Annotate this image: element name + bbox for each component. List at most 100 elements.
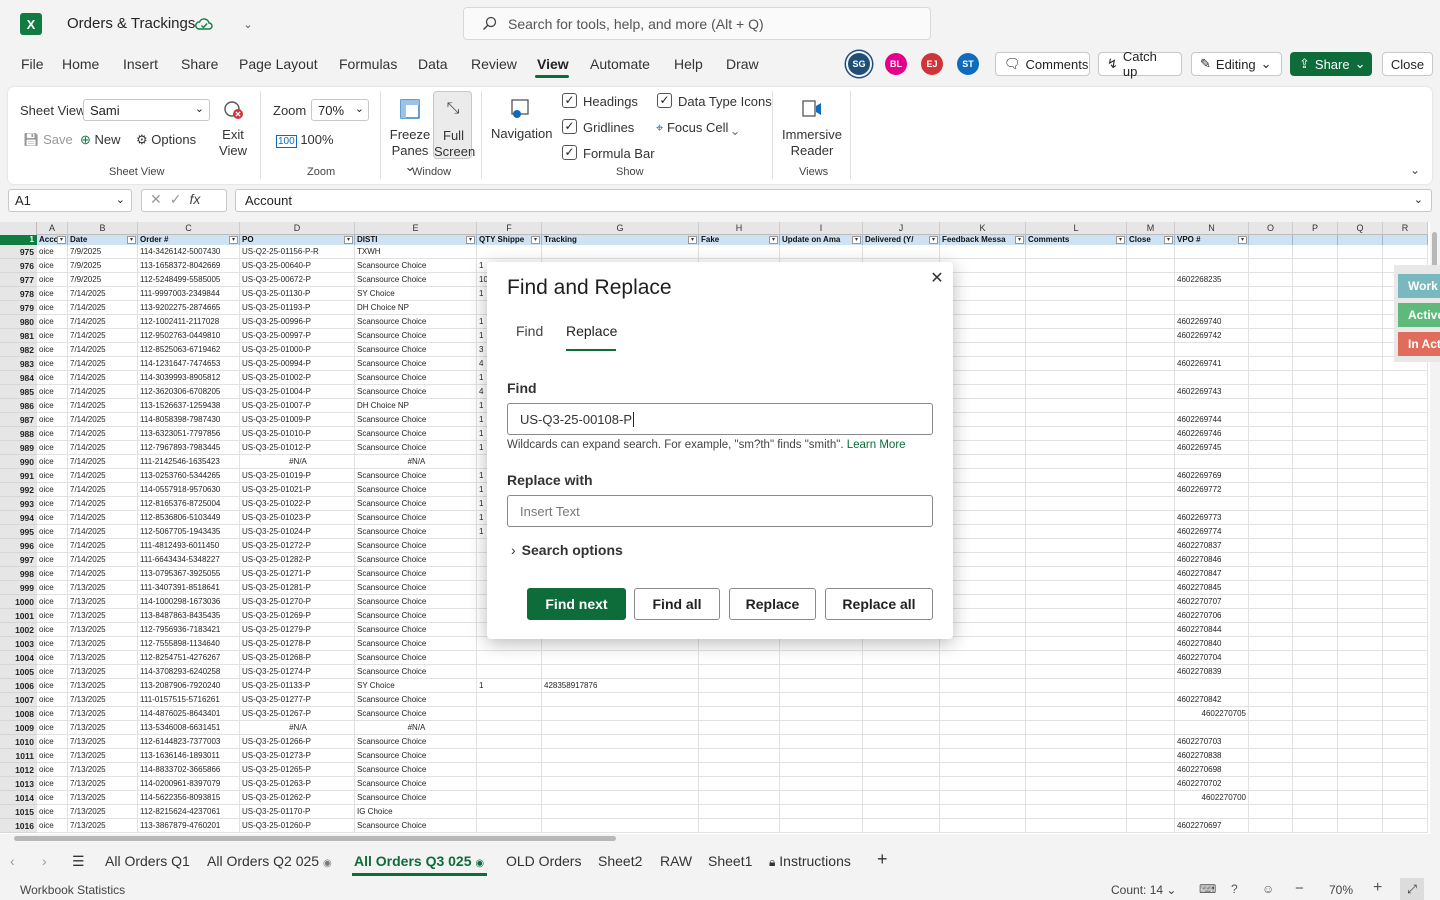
cell[interactable] bbox=[1175, 259, 1249, 273]
cell[interactable]: oice bbox=[37, 679, 68, 693]
cell[interactable] bbox=[1249, 567, 1293, 581]
cell[interactable]: 114-0557918-9570630 bbox=[138, 483, 240, 497]
cell[interactable] bbox=[1127, 315, 1175, 329]
cell[interactable]: 114-3426142-5007430 bbox=[138, 245, 240, 259]
cell[interactable] bbox=[863, 679, 940, 693]
avatar-st[interactable]: ST bbox=[957, 53, 979, 75]
replace-all-button[interactable]: Replace all bbox=[825, 588, 933, 620]
cell[interactable] bbox=[1249, 287, 1293, 301]
cell[interactable] bbox=[780, 707, 863, 721]
cell[interactable] bbox=[542, 245, 699, 259]
menu-automate[interactable]: Automate bbox=[590, 56, 650, 72]
cell[interactable]: 113-3867879-4760201 bbox=[138, 819, 240, 833]
cell[interactable]: 4602270707 bbox=[1175, 595, 1249, 609]
row-number[interactable]: 978 bbox=[0, 287, 37, 301]
cell[interactable] bbox=[1293, 273, 1338, 287]
row-number[interactable]: 1016 bbox=[0, 819, 37, 833]
cell[interactable] bbox=[1127, 693, 1175, 707]
cell[interactable]: 112-5248499-5585005 bbox=[138, 273, 240, 287]
cell[interactable] bbox=[699, 791, 780, 805]
cell[interactable] bbox=[863, 707, 940, 721]
cell[interactable]: US-Q3-25-01278-P bbox=[240, 637, 355, 651]
cell[interactable] bbox=[1175, 371, 1249, 385]
menu-draw[interactable]: Draw bbox=[726, 56, 759, 72]
keyboard-icon[interactable]: ⌨ bbox=[1199, 882, 1216, 896]
tab-old-orders[interactable]: OLD Orders bbox=[506, 853, 581, 869]
row-number[interactable]: 1009 bbox=[0, 721, 37, 735]
cell[interactable]: oice bbox=[37, 469, 68, 483]
menu-home[interactable]: Home bbox=[62, 56, 99, 72]
tab-instructions[interactable]: 🔒︎ Instructions bbox=[769, 853, 851, 870]
cell[interactable]: 4602269746 bbox=[1175, 427, 1249, 441]
column-header-h[interactable]: H bbox=[699, 222, 780, 235]
cell[interactable] bbox=[1026, 357, 1127, 371]
cell[interactable] bbox=[1293, 553, 1338, 567]
cell[interactable]: 7/14/2025 bbox=[68, 399, 138, 413]
cell[interactable]: Scansource Choice bbox=[355, 357, 477, 371]
cell[interactable]: US-Q3-25-01273-P bbox=[240, 749, 355, 763]
cell[interactable]: 112-7967893-7983445 bbox=[138, 441, 240, 455]
cell[interactable] bbox=[1293, 623, 1338, 637]
cell[interactable] bbox=[1293, 287, 1338, 301]
cell[interactable] bbox=[1338, 721, 1383, 735]
cell[interactable]: 112-3620306-6708205 bbox=[138, 385, 240, 399]
side-card-inactive[interactable]: In Act bbox=[1398, 332, 1440, 356]
row-number[interactable]: 998 bbox=[0, 567, 37, 581]
cell[interactable] bbox=[1127, 511, 1175, 525]
cell[interactable]: 4602269742 bbox=[1175, 329, 1249, 343]
cell[interactable] bbox=[1338, 245, 1383, 259]
cell[interactable] bbox=[1026, 273, 1127, 287]
cell[interactable]: US-Q3-25-01269-P bbox=[240, 609, 355, 623]
field-header[interactable] bbox=[1338, 235, 1383, 245]
cell[interactable] bbox=[1383, 245, 1428, 259]
cell[interactable] bbox=[1293, 413, 1338, 427]
cell[interactable]: oice bbox=[37, 525, 68, 539]
avatar-ej[interactable]: EJ bbox=[921, 53, 943, 75]
cell[interactable] bbox=[1338, 329, 1383, 343]
cell[interactable]: 7/13/2025 bbox=[68, 581, 138, 595]
options-button[interactable]: ⚙ Options bbox=[136, 132, 196, 148]
cell[interactable] bbox=[477, 707, 542, 721]
replace-button[interactable]: Replace bbox=[729, 588, 816, 620]
cell[interactable] bbox=[1383, 721, 1428, 735]
cell[interactable] bbox=[699, 665, 780, 679]
cell[interactable] bbox=[477, 735, 542, 749]
cell[interactable]: Scansource Choice bbox=[355, 581, 477, 595]
row-number[interactable]: 1015 bbox=[0, 805, 37, 819]
cell[interactable]: US-Q3-25-01270-P bbox=[240, 595, 355, 609]
cell[interactable] bbox=[1293, 357, 1338, 371]
cell[interactable]: US-Q3-25-01010-P bbox=[240, 427, 355, 441]
cell[interactable] bbox=[1383, 595, 1428, 609]
cell[interactable]: US-Q3-25-01000-P bbox=[240, 343, 355, 357]
cell[interactable] bbox=[1127, 567, 1175, 581]
all-sheets-menu-icon[interactable]: ☰ bbox=[72, 853, 85, 870]
cell[interactable] bbox=[1026, 483, 1127, 497]
cell[interactable] bbox=[780, 693, 863, 707]
cell[interactable]: 7/13/2025 bbox=[68, 777, 138, 791]
cell[interactable] bbox=[863, 819, 940, 833]
cell[interactable] bbox=[1026, 343, 1127, 357]
cell[interactable]: Scansource Choice bbox=[355, 595, 477, 609]
cell[interactable] bbox=[1127, 777, 1175, 791]
cell[interactable] bbox=[780, 749, 863, 763]
cell[interactable] bbox=[1026, 749, 1127, 763]
cell[interactable] bbox=[1127, 679, 1175, 693]
cell[interactable] bbox=[1249, 483, 1293, 497]
cell[interactable] bbox=[1293, 315, 1338, 329]
cell[interactable] bbox=[1175, 721, 1249, 735]
cell[interactable] bbox=[1026, 329, 1127, 343]
row-number[interactable]: 1006 bbox=[0, 679, 37, 693]
cell[interactable] bbox=[1293, 721, 1338, 735]
cell[interactable]: 114-1000298-1673036 bbox=[138, 595, 240, 609]
cell[interactable]: US-Q3-25-01282-P bbox=[240, 553, 355, 567]
cell[interactable]: US-Q3-25-01260-P bbox=[240, 819, 355, 833]
cell[interactable] bbox=[1026, 553, 1127, 567]
cell[interactable] bbox=[1293, 301, 1338, 315]
chevron-down-icon[interactable]: ⌄ bbox=[240, 16, 256, 32]
cell[interactable] bbox=[1338, 469, 1383, 483]
cell[interactable] bbox=[940, 763, 1026, 777]
cell[interactable]: oice bbox=[37, 707, 68, 721]
cell[interactable] bbox=[1249, 497, 1293, 511]
cell[interactable] bbox=[863, 245, 940, 259]
row-number[interactable]: 990 bbox=[0, 455, 37, 469]
